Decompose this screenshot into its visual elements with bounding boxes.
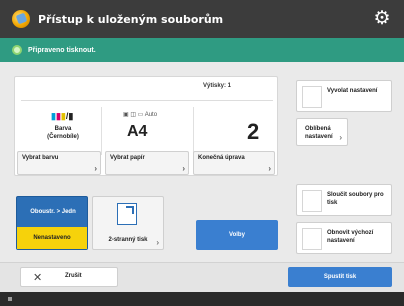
- finishing-button[interactable]: Konečná úprava: [193, 151, 275, 175]
- options-button[interactable]: Volby: [196, 220, 278, 250]
- chevron-right-icon: ›: [156, 238, 159, 247]
- status-bar: Připraveno tisknout.: [0, 38, 404, 62]
- color-mode-icon[interactable]: ▮▮▮/▮: [51, 111, 73, 122]
- recall-settings-icon: [302, 86, 322, 108]
- merge-files-icon: [302, 190, 322, 212]
- restore-defaults-icon: [302, 228, 322, 250]
- page-layout-icon: [117, 203, 137, 225]
- stored-files-app-icon: [12, 10, 30, 28]
- footer-bar: ✕ Zrušit Spustit tisk: [0, 262, 404, 292]
- paper-size-value[interactable]: A4: [127, 123, 147, 141]
- chevron-right-icon: ›: [339, 133, 342, 142]
- gear-icon[interactable]: ⚙: [372, 9, 392, 29]
- title-bar: Přístup k uloženým souborům ⚙: [0, 0, 404, 38]
- restore-defaults-button[interactable]: Obnovit výchozí nastavení: [296, 222, 392, 254]
- select-paper-button[interactable]: Vybrat papír: [105, 151, 189, 175]
- paper-source-options[interactable]: ▣ ◫ ▭ Auto: [123, 111, 157, 118]
- start-print-button[interactable]: Spustit tisk: [288, 267, 392, 287]
- duplex-value: Nenastaveno: [17, 227, 87, 249]
- status-message: Připraveno tisknout.: [28, 46, 96, 54]
- color-mode-value[interactable]: Barva (Černobíle): [45, 125, 81, 141]
- page-title: Přístup k uloženým souborům: [38, 12, 224, 26]
- panel-divider: [21, 100, 273, 101]
- close-icon: ✕: [33, 272, 43, 284]
- cancel-button[interactable]: ✕ Zrušit: [20, 267, 118, 287]
- status-ok-icon: [12, 45, 22, 55]
- two-sided-print-button[interactable]: 2-stranný tisk ›: [92, 196, 164, 250]
- paper-tray-icon: ▣ ◫ ▭: [123, 112, 144, 118]
- merge-files-button[interactable]: Sloučit soubory pro tisk: [296, 184, 392, 216]
- copies-count[interactable]: 2: [247, 119, 259, 145]
- indicator-icon: [8, 297, 12, 301]
- favorite-settings-button[interactable]: Oblíbená nastavení ›: [296, 118, 348, 146]
- select-color-button[interactable]: Vybrat barvu: [17, 151, 101, 175]
- copies-label: Výtisky: 1: [203, 83, 232, 89]
- print-settings-panel: Výtisky: 1 ▮▮▮/▮ Barva (Černobíle) ▣ ◫ ▭…: [14, 76, 278, 176]
- duplex-button[interactable]: Oboustr. > Jedn Nenastaveno: [16, 196, 88, 250]
- system-strip: [0, 292, 404, 306]
- panel-divider: [101, 107, 102, 155]
- panel-divider: [193, 107, 194, 155]
- recall-settings-button[interactable]: Vyvolat nastavení: [296, 80, 392, 112]
